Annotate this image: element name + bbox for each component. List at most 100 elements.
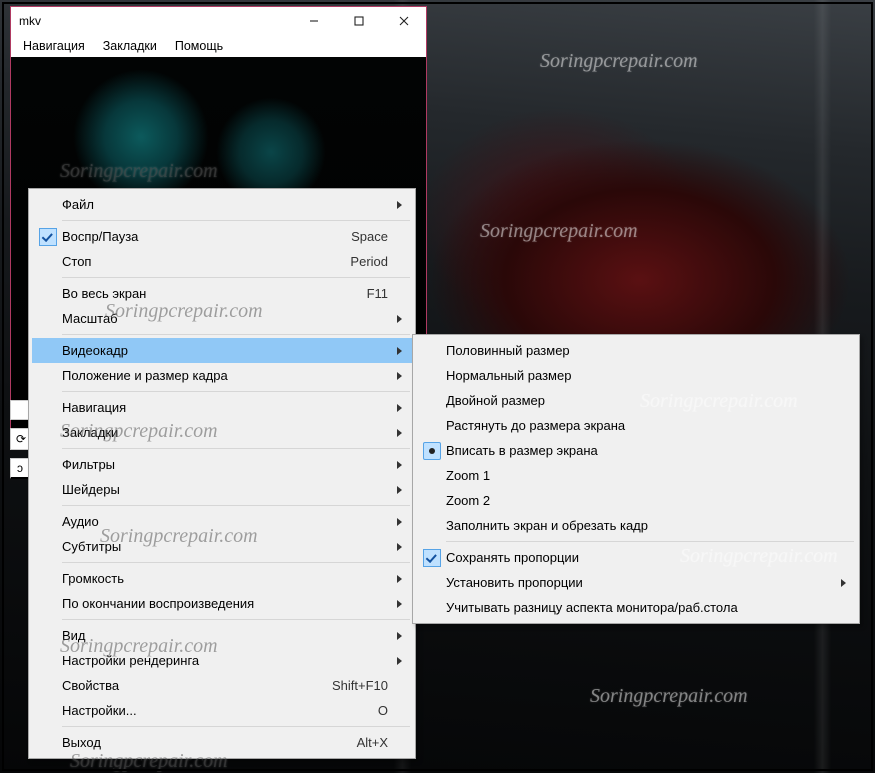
- submenu-arrow-icon: [397, 347, 402, 355]
- submenu-arrow-icon: [397, 315, 402, 323]
- menu-bookmarks[interactable]: Закладки: [95, 37, 165, 55]
- submenu-item[interactable]: Растянуть до размера экрана: [416, 413, 856, 438]
- context_menu-label: Стоп: [62, 254, 336, 269]
- context_menu-item[interactable]: Настройки...O: [32, 698, 412, 723]
- context_menu-separator: [62, 448, 410, 449]
- menu-help[interactable]: Помощь: [167, 37, 231, 55]
- submenu-item[interactable]: Учитывать разницу аспекта монитора/раб.с…: [416, 595, 856, 620]
- context_menu-separator: [62, 220, 410, 221]
- submenu-item[interactable]: Zoom 1: [416, 463, 856, 488]
- context_menu-item[interactable]: Громкость: [32, 566, 412, 591]
- submenu-arrow-icon: [397, 429, 402, 437]
- context_menu-item[interactable]: Навигация: [32, 395, 412, 420]
- context_menu-item[interactable]: СтопPeriod: [32, 249, 412, 274]
- context_menu-label: Громкость: [62, 571, 388, 586]
- minimize-button[interactable]: [291, 7, 336, 35]
- submenu-item[interactable]: Установить пропорции: [416, 570, 856, 595]
- context_menu-separator: [62, 505, 410, 506]
- submenu-label: Заполнить экран и обрезать кадр: [446, 518, 832, 533]
- check-icon: [39, 228, 57, 246]
- context_menu-label: Настройки...: [62, 703, 364, 718]
- context_menu-label: Файл: [62, 197, 388, 212]
- context_menu-item[interactable]: Воспр/ПаузаSpace: [32, 224, 412, 249]
- context_menu-label: Свойства: [62, 678, 318, 693]
- context_menu-item[interactable]: СвойстваShift+F10: [32, 673, 412, 698]
- submenu-separator: [446, 541, 854, 542]
- submenu-label: Zoom 2: [446, 493, 832, 508]
- close-button[interactable]: [381, 7, 426, 35]
- radio-icon: [423, 442, 441, 460]
- context_menu-label: Субтитры: [62, 539, 388, 554]
- context_menu-label: Настройки рендеринга: [62, 653, 388, 668]
- context_menu-separator: [62, 334, 410, 335]
- context_menu-separator: [62, 277, 410, 278]
- submenu-label: Zoom 1: [446, 468, 832, 483]
- titlebar[interactable]: mkv: [11, 7, 426, 35]
- context_menu-item[interactable]: Вид: [32, 623, 412, 648]
- submenu-arrow-icon: [397, 372, 402, 380]
- context_menu-accel: Alt+X: [343, 735, 388, 750]
- submenu-arrow-icon: [397, 201, 402, 209]
- submenu-videoframe: Половинный размер Нормальный размер Двойно…: [412, 334, 860, 624]
- context_menu-item[interactable]: Закладки: [32, 420, 412, 445]
- submenu-item[interactable]: Половинный размер: [416, 338, 856, 363]
- submenu-label: Растянуть до размера экрана: [446, 418, 832, 433]
- menubar: Навигация Закладки Помощь: [11, 35, 426, 57]
- submenu-label: Сохранять пропорции: [446, 550, 832, 565]
- submenu-label: Установить пропорции: [446, 575, 832, 590]
- context_menu-separator: [62, 726, 410, 727]
- context_menu-label: Вид: [62, 628, 388, 643]
- context_menu-label: Во весь экран: [62, 286, 353, 301]
- side-widget-a[interactable]: [10, 400, 30, 420]
- context_menu-label: Видеокадр: [62, 343, 388, 358]
- context_menu-item[interactable]: Аудио: [32, 509, 412, 534]
- context_menu-label: Навигация: [62, 400, 388, 415]
- submenu-label: Двойной размер: [446, 393, 832, 408]
- context_menu-label: По окончании воспроизведения: [62, 596, 388, 611]
- context_menu-label: Масштаб: [62, 311, 388, 326]
- submenu-item[interactable]: Сохранять пропорции: [416, 545, 856, 570]
- window-controls: [291, 7, 426, 35]
- submenu-arrow-icon: [397, 486, 402, 494]
- window-title: mkv: [11, 14, 49, 28]
- submenu-item[interactable]: Заполнить экран и обрезать кадр: [416, 513, 856, 538]
- context_menu-accel: Shift+F10: [318, 678, 388, 693]
- context_menu-label: Аудио: [62, 514, 388, 529]
- context-menu: Файл Воспр/ПаузаSpaceСтопPeriod Во весь эк…: [28, 188, 416, 759]
- submenu-label: Половинный размер: [446, 343, 832, 358]
- submenu-label: Нормальный размер: [446, 368, 832, 383]
- context_menu-label: Закладки: [62, 425, 388, 440]
- context_menu-label: Фильтры: [62, 457, 388, 472]
- submenu-arrow-icon: [397, 461, 402, 469]
- submenu-arrow-icon: [397, 575, 402, 583]
- context_menu-accel: F11: [353, 286, 388, 301]
- context_menu-item[interactable]: Фильтры: [32, 452, 412, 477]
- context_menu-item[interactable]: ВыходAlt+X: [32, 730, 412, 755]
- side-widget-c[interactable]: ɔ: [10, 458, 30, 479]
- context_menu-item[interactable]: Файл: [32, 192, 412, 217]
- submenu-item[interactable]: Вписать в размер экрана: [416, 438, 856, 463]
- context_menu-label: Шейдеры: [62, 482, 388, 497]
- submenu-arrow-icon: [397, 404, 402, 412]
- context_menu-item[interactable]: По окончании воспроизведения: [32, 591, 412, 616]
- context_menu-label: Выход: [62, 735, 343, 750]
- context_menu-item[interactable]: Видеокадр: [32, 338, 412, 363]
- menu-navigation[interactable]: Навигация: [15, 37, 93, 55]
- maximize-button[interactable]: [336, 7, 381, 35]
- context_menu-item[interactable]: Во весь экранF11: [32, 281, 412, 306]
- context_menu-accel: O: [364, 703, 388, 718]
- context_menu-label: Положение и размер кадра: [62, 368, 388, 383]
- context_menu-item[interactable]: Масштаб: [32, 306, 412, 331]
- context_menu-separator: [62, 619, 410, 620]
- context_menu-separator: [62, 391, 410, 392]
- submenu-item[interactable]: Zoom 2: [416, 488, 856, 513]
- context_menu-item[interactable]: Положение и размер кадра: [32, 363, 412, 388]
- submenu-label: Вписать в размер экрана: [446, 443, 832, 458]
- context_menu-item[interactable]: Шейдеры: [32, 477, 412, 502]
- submenu-item[interactable]: Двойной размер: [416, 388, 856, 413]
- context_menu-item[interactable]: Настройки рендеринга: [32, 648, 412, 673]
- check-icon: [423, 549, 441, 567]
- submenu-item[interactable]: Нормальный размер: [416, 363, 856, 388]
- submenu-arrow-icon: [397, 543, 402, 551]
- context_menu-item[interactable]: Субтитры: [32, 534, 412, 559]
